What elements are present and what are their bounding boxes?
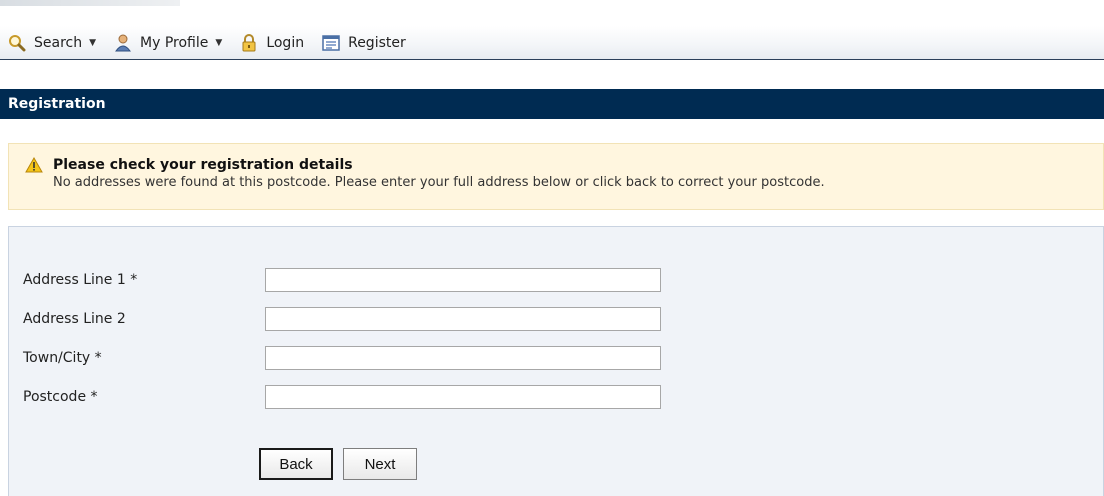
warning-icon [25, 156, 43, 173]
search-icon [8, 34, 26, 52]
login-link[interactable]: Login [240, 30, 304, 56]
address-line-1-label: Address Line 1 * [23, 272, 138, 288]
town-city-label: Town/City * [23, 350, 102, 366]
address-line-2-label: Address Line 2 [23, 311, 126, 327]
alert-title: Please check your registration details [53, 157, 353, 173]
address-line-1-input[interactable] [265, 268, 661, 292]
form-row-address-line-1: Address Line 1 * [23, 267, 683, 293]
next-button[interactable]: Next [343, 448, 417, 480]
top-strip [0, 0, 180, 6]
profile-menu[interactable]: My Profile ▼ [114, 30, 222, 56]
user-icon [114, 34, 132, 52]
profile-label: My Profile [140, 34, 209, 51]
alert-message: No addresses were found at this postcode… [53, 175, 825, 190]
register-label: Register [348, 34, 406, 51]
form-row-postcode: Postcode * [23, 384, 683, 410]
form-row-address-line-2: Address Line 2 [23, 306, 683, 332]
search-menu[interactable]: Search ▼ [8, 30, 96, 56]
form-row-town-city: Town/City * [23, 345, 683, 371]
back-button[interactable]: Back [259, 448, 333, 480]
chevron-down-icon: ▼ [215, 37, 223, 48]
chevron-down-icon: ▼ [89, 37, 97, 48]
warning-alert: Please check your registration details N… [8, 143, 1104, 210]
register-link[interactable]: Register [322, 30, 406, 56]
address-form: Address Line 1 * Address Line 2 Town/Cit… [8, 226, 1104, 496]
postcode-label: Postcode * [23, 389, 98, 405]
toolbar: Search ▼ My Profile ▼ Login Register [0, 26, 1104, 60]
lock-icon [240, 33, 258, 52]
address-line-2-input[interactable] [265, 307, 661, 331]
section-header: Registration [0, 89, 1104, 119]
search-label: Search [34, 34, 83, 51]
section-title: Registration [8, 96, 106, 112]
postcode-input[interactable] [265, 385, 661, 409]
login-label: Login [266, 34, 305, 51]
town-city-input[interactable] [265, 346, 661, 370]
form-icon [322, 34, 340, 52]
